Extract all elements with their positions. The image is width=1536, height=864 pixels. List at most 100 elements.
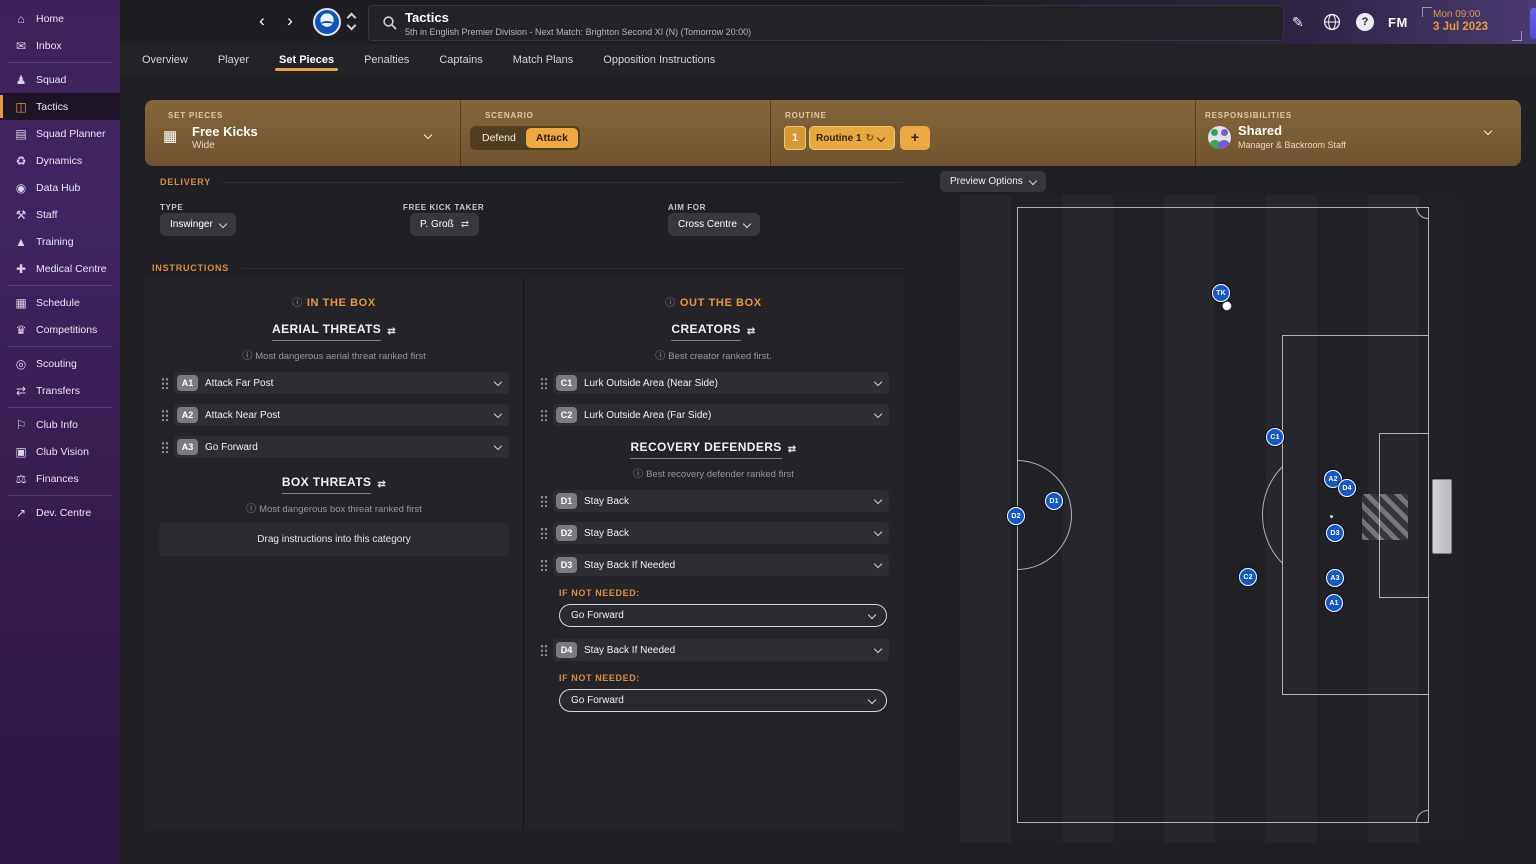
chevron-down-icon[interactable] [873, 495, 883, 505]
chevron-down-icon[interactable] [493, 409, 503, 419]
if-not-needed-dropdown-d4[interactable]: Go Forward [559, 689, 887, 712]
world-icon[interactable] [1323, 13, 1341, 31]
type-label: TYPE [160, 203, 184, 212]
ball-icon[interactable] [1222, 301, 1232, 311]
chevron-down-icon[interactable] [873, 377, 883, 387]
reorder-icon[interactable]: ⇄ [788, 444, 797, 455]
sidebar-item[interactable]: ▤ Squad Planner [0, 120, 120, 147]
tab[interactable]: Set Pieces [275, 44, 339, 75]
chevron-down-icon[interactable] [493, 377, 503, 387]
tab[interactable]: Match Plans [513, 44, 574, 75]
instruction-row-d3[interactable]: D3 Stay Back If Needed [538, 554, 889, 576]
chevron-down-icon[interactable] [493, 441, 503, 451]
box-threats-dropzone[interactable]: Drag instructions into this category [159, 523, 509, 556]
sidebar-item-label: Dynamics [36, 154, 83, 167]
instruction-row-a1[interactable]: A1 Attack Far Post [159, 372, 509, 394]
drag-handle-icon[interactable] [540, 644, 548, 656]
set-piece-dropdown-chevron[interactable] [423, 130, 433, 140]
sidebar-item[interactable]: ⌂ Home [0, 5, 120, 32]
sidebar-item[interactable]: ▲ Training [0, 228, 120, 255]
tab[interactable]: Overview [142, 44, 188, 75]
instruction-row-c1[interactable]: C1 Lurk Outside Area (Near Side) [538, 372, 889, 394]
sidebar-item[interactable]: ⚐ Club Info [0, 411, 120, 438]
chevron-down-icon[interactable] [873, 527, 883, 537]
delivery-section-label: DELIVERY [160, 177, 212, 187]
aim-for-dropdown[interactable]: Cross Centre [668, 213, 760, 236]
responsibilities-dropdown-chevron[interactable] [1483, 126, 1493, 136]
sidebar-item[interactable]: ⇄ Transfers [0, 377, 120, 404]
chevron-down-icon [742, 219, 752, 228]
routine-number[interactable]: 1 [784, 126, 806, 150]
forward-button[interactable]: › [278, 11, 302, 33]
if-not-needed-dropdown-d3[interactable]: Go Forward [559, 604, 887, 627]
routine-selector[interactable]: Routine 1 ↻ [809, 126, 895, 150]
tab-bar: Overview Player Set Pieces Penalties Cap… [120, 44, 1536, 75]
instruction-row-c2[interactable]: C2 Lurk Outside Area (Far Side) [538, 404, 889, 426]
instruction-row-d4[interactable]: D4 Stay Back If Needed [538, 639, 889, 661]
sidebar-item[interactable]: ◉ Data Hub [0, 174, 120, 201]
sidebar-item[interactable]: ♛ Competitions [0, 316, 120, 343]
tab[interactable]: Penalties [364, 44, 409, 75]
drag-handle-icon[interactable] [540, 409, 548, 421]
reorder-icon[interactable]: ⇄ [747, 326, 756, 337]
player-marker[interactable]: A3 [1326, 569, 1344, 587]
add-routine-button[interactable]: + [900, 126, 930, 150]
sidebar-item[interactable]: ⚒ Staff [0, 201, 120, 228]
tab[interactable]: Captains [439, 44, 482, 75]
drag-handle-icon[interactable] [161, 377, 169, 389]
sidebar-item[interactable]: ✚ Medical Centre [0, 255, 120, 282]
instruction-row-a3[interactable]: A3 Go Forward [159, 436, 509, 458]
drag-handle-icon[interactable] [540, 495, 548, 507]
club-switcher[interactable] [346, 10, 358, 34]
help-icon[interactable]: ? [1356, 13, 1374, 31]
sidebar-item[interactable]: ♟ Squad [0, 66, 120, 93]
scenario-attack[interactable]: Attack [525, 128, 578, 148]
chevron-down-icon[interactable] [873, 559, 883, 569]
instruction-row-d1[interactable]: D1 Stay Back [538, 490, 889, 512]
instruction-row-a2[interactable]: A2 Attack Near Post [159, 404, 509, 426]
sidebar-item[interactable]: ♻ Dynamics [0, 147, 120, 174]
sidebar-item-icon: ♛ [15, 322, 27, 337]
sidebar-item[interactable]: ◫ Tactics [0, 93, 120, 120]
sidebar-item[interactable]: ▣ Club Vision [0, 438, 120, 465]
reorder-icon[interactable]: ⇄ [377, 479, 386, 490]
reorder-icon[interactable]: ⇄ [387, 326, 396, 337]
player-badge: D1 [556, 493, 577, 509]
edit-icon[interactable]: ✎ [1292, 14, 1304, 31]
drag-handle-icon[interactable] [540, 377, 548, 389]
player-marker[interactable]: C2 [1239, 568, 1257, 586]
player-marker[interactable]: D4 [1338, 479, 1356, 497]
sidebar-item[interactable]: ⚖ Finances [0, 465, 120, 492]
player-marker[interactable]: D2 [1007, 507, 1025, 525]
tab[interactable]: Opposition Instructions [603, 44, 715, 75]
creators-title: CREATORS ⇄ [671, 322, 755, 341]
sidebar-item[interactable]: ◎ Scouting [0, 350, 120, 377]
player-badge: D3 [556, 557, 577, 573]
drag-handle-icon[interactable] [161, 409, 169, 421]
sidebar-item[interactable]: ↗ Dev. Centre [0, 499, 120, 526]
sidebar-item[interactable]: ▦ Schedule [0, 289, 120, 316]
player-marker[interactable]: D1 [1045, 492, 1063, 510]
player-marker[interactable]: D3 [1326, 524, 1344, 542]
continue-button[interactable]: CONTINUE» [1530, 8, 1536, 39]
back-button[interactable]: ‹ [250, 11, 274, 33]
player-marker[interactable]: A1 [1325, 594, 1343, 612]
drag-handle-icon[interactable] [540, 527, 548, 539]
drag-handle-icon[interactable] [540, 559, 548, 571]
player-marker[interactable]: TK [1212, 284, 1230, 302]
club-badge[interactable] [313, 8, 341, 36]
chevron-down-icon[interactable] [873, 644, 883, 654]
player-marker[interactable]: C1 [1266, 428, 1284, 446]
sidebar-item-icon: ✚ [15, 261, 27, 276]
free-kick-taker-button[interactable]: P. Groß ⇄ [410, 213, 480, 236]
drag-handle-icon[interactable] [161, 441, 169, 453]
preview-options-button[interactable]: Preview Options [940, 171, 1046, 192]
delivery-type-dropdown[interactable]: Inswinger [160, 213, 236, 236]
set-piece-type: Free Kicks [192, 124, 258, 139]
tab[interactable]: Player [218, 44, 249, 75]
instruction-row-d2[interactable]: D2 Stay Back [538, 522, 889, 544]
scenario-defend[interactable]: Defend [472, 128, 526, 148]
page-title-card[interactable]: Tactics 5th in English Premier Division … [368, 5, 1284, 41]
sidebar-item[interactable]: ✉ Inbox [0, 32, 120, 59]
chevron-down-icon[interactable] [873, 409, 883, 419]
